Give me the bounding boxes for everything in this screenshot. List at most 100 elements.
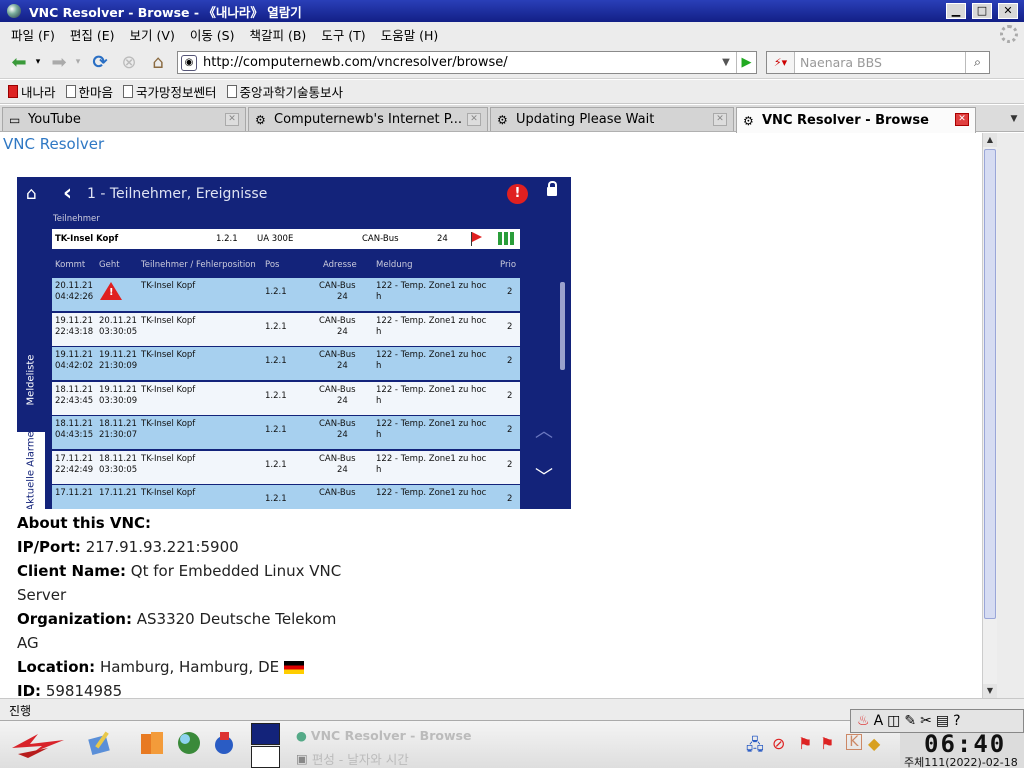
event-cell-teil: TK-Insel Kopf: [141, 419, 196, 429]
menu-bookmarks[interactable]: 책갈피 (B): [250, 25, 307, 44]
event-cell-prio: 2: [507, 494, 513, 504]
chevron-down-icon: ﹀: [535, 467, 553, 488]
tab-youtube[interactable]: ▭ YouTube ✕: [2, 107, 246, 131]
search-placeholder[interactable]: Naenara BBS: [800, 55, 882, 70]
taskbar-window-browser[interactable]: ● VNC Resolver - Browse: [296, 724, 471, 746]
vnc-title: 1 - Teilnehmer, Ereignisse: [87, 186, 268, 202]
back-history-dropdown[interactable]: ▾: [32, 50, 44, 74]
forward-button[interactable]: ➡: [46, 50, 72, 74]
menu-view[interactable]: 보기 (V): [130, 25, 175, 44]
window-thumbnail[interactable]: [251, 723, 280, 745]
search-engine-icon[interactable]: ⚡▾: [767, 52, 795, 73]
tab-list-dropdown[interactable]: ▼: [1004, 107, 1024, 131]
menu-tools[interactable]: 도구 (T): [321, 25, 365, 44]
flag-icon[interactable]: ⚑: [820, 734, 840, 754]
flag-icon[interactable]: ⚑: [798, 734, 818, 754]
bookmark-item[interactable]: 국가망정보쎈터: [123, 82, 217, 101]
close-window-button[interactable]: ✕: [998, 3, 1018, 19]
flame-icon[interactable]: ♨: [857, 713, 870, 729]
scroll-up-arrow-icon[interactable]: ▲: [983, 133, 997, 147]
menu-edit[interactable]: 편집 (E): [70, 25, 115, 44]
close-tab-icon[interactable]: ✕: [713, 113, 727, 126]
status-text: 진행: [9, 704, 32, 718]
font-icon[interactable]: A: [874, 713, 884, 729]
window-thumbnail[interactable]: [251, 746, 280, 768]
menu-help[interactable]: 도움말 (H): [381, 25, 439, 44]
tools-icon[interactable]: ✂: [920, 713, 932, 729]
office-icon[interactable]: [138, 729, 166, 757]
event-row[interactable]: 18.11.21 22:43:45 19.11.21 03:30:09 TK-Insel…: [52, 381, 520, 416]
text-editor-icon[interactable]: [86, 729, 114, 757]
media-player-icon[interactable]: [210, 729, 238, 757]
reload-button[interactable]: ⟳: [87, 50, 113, 74]
tab-updating[interactable]: ⚙ Updating Please Wait ✕: [490, 107, 734, 131]
event-cell-adr2: 24: [337, 361, 348, 371]
event-cell-msg2: h: [376, 464, 382, 475]
page-scrollbar[interactable]: ▲ ▼: [982, 133, 997, 698]
tab-vnc-resolver[interactable]: ⚙ VNC Resolver - Browse ✕: [736, 107, 976, 133]
menu-go[interactable]: 이동 (S): [190, 25, 235, 44]
chevron-left-icon: ‹: [63, 181, 73, 206]
browser-logo-icon: [7, 4, 21, 18]
event-cell-geht2: 03:30:09: [99, 395, 138, 406]
forward-history-dropdown[interactable]: ▾: [72, 50, 84, 74]
stop-button[interactable]: ⊗: [116, 50, 142, 74]
id-label: ID:: [17, 682, 42, 698]
url-bar[interactable]: ◉ http://computernewb.com/vncresolver/br…: [177, 51, 757, 74]
home-button[interactable]: ⌂: [145, 50, 171, 74]
close-tab-icon[interactable]: ✕: [955, 113, 969, 126]
close-tab-icon[interactable]: ✕: [467, 113, 481, 126]
menu-file[interactable]: 파일 (F): [11, 25, 55, 44]
scroll-down-arrow-icon[interactable]: ▼: [983, 684, 997, 698]
network-icon[interactable]: 🖧: [746, 734, 766, 754]
edit-icon[interactable]: ✎: [904, 713, 916, 729]
event-cell-kommt1: 17.11.21: [55, 453, 93, 464]
layout-icon[interactable]: ◫: [887, 713, 900, 729]
event-cell-adr1: CAN-Bus: [319, 453, 356, 464]
scrollbar-thumb[interactable]: [984, 149, 996, 619]
participant-label: Teilnehmer: [53, 214, 100, 224]
event-cell-pos: 1.2.1: [265, 321, 287, 332]
tag-icon[interactable]: ◆: [868, 734, 888, 754]
close-tab-icon[interactable]: ✕: [225, 113, 239, 126]
bookmark-item[interactable]: 내나라: [8, 82, 56, 101]
event-cell-msg1: 122 - Temp. Zone1 zu hoc: [376, 419, 487, 429]
page-icon: ▭: [9, 112, 21, 127]
event-cell-pos: 1.2.1: [265, 287, 287, 297]
search-bar[interactable]: ⚡▾ Naenara BBS ⌕: [766, 51, 990, 74]
bookmark-item[interactable]: 중앙과학기술통보사: [226, 82, 343, 101]
search-icon[interactable]: ⌕: [965, 52, 989, 73]
help-icon[interactable]: ?: [953, 713, 960, 729]
event-row[interactable]: 17.11.21 22:42:49 18.11.21 03:30:05 TK-Insel…: [52, 450, 520, 485]
event-row[interactable]: 20.11.21 04:42:26 TK-Insel Kopf 1.2.1 CAN-Bu…: [52, 278, 520, 312]
start-menu-logo-icon[interactable]: [8, 730, 68, 760]
list-scrollbar: [560, 282, 565, 370]
tab-bar: ▭ YouTube ✕ ⚙ Computernewb's Internet P.…: [0, 105, 1024, 133]
event-cell-pos: 1.2.1: [265, 494, 287, 504]
clock[interactable]: 06:40 주체111(2022)-02-18: [900, 730, 1024, 769]
clipboard-icon[interactable]: ▤: [936, 713, 949, 729]
event-row[interactable]: 19.11.21 04:42:02 19.11.21 21:30:09 TK-Insel…: [52, 347, 520, 381]
event-cell-teil: TK-Insel Kopf: [141, 384, 196, 395]
lock-icon: [547, 181, 557, 196]
warning-icon: !: [507, 184, 528, 204]
browser-globe-icon[interactable]: [175, 729, 203, 757]
url-text[interactable]: http://computernewb.com/vncresolver/brow…: [203, 55, 508, 70]
event-cell-adr2: 24: [337, 430, 348, 440]
bookmark-item[interactable]: 한마음: [65, 82, 113, 101]
back-button[interactable]: ⬅: [4, 50, 34, 74]
event-row[interactable]: 19.11.21 22:43:18 20.11.21 03:30:05 TK-Insel…: [52, 312, 520, 347]
maximize-button[interactable]: □: [972, 3, 992, 19]
site-title-link[interactable]: VNC Resolver: [3, 135, 104, 153]
url-history-dropdown[interactable]: ▼: [718, 52, 734, 73]
event-cell-pos: 1.2.1: [265, 390, 287, 401]
keyboard-layout-icon[interactable]: K: [846, 734, 862, 750]
taskbar-window-datetime[interactable]: ▣ 편성 - 날자와 시간: [296, 747, 409, 769]
tab-computernewb[interactable]: ⚙ Computernewb's Internet P... ✕: [248, 107, 488, 131]
minimize-button[interactable]: ▁: [946, 3, 966, 19]
no-connection-icon[interactable]: ⊘: [772, 734, 792, 754]
event-row[interactable]: 17.11.21 17.11.21 TK-Insel Kopf 1.2.1 CAN-Bu…: [52, 485, 520, 509]
event-row[interactable]: 18.11.21 04:43:15 18.11.21 21:30:07 TK-Insel…: [52, 416, 520, 450]
event-cell-adr1: CAN-Bus: [319, 488, 356, 498]
go-button[interactable]: ▶: [736, 52, 756, 73]
